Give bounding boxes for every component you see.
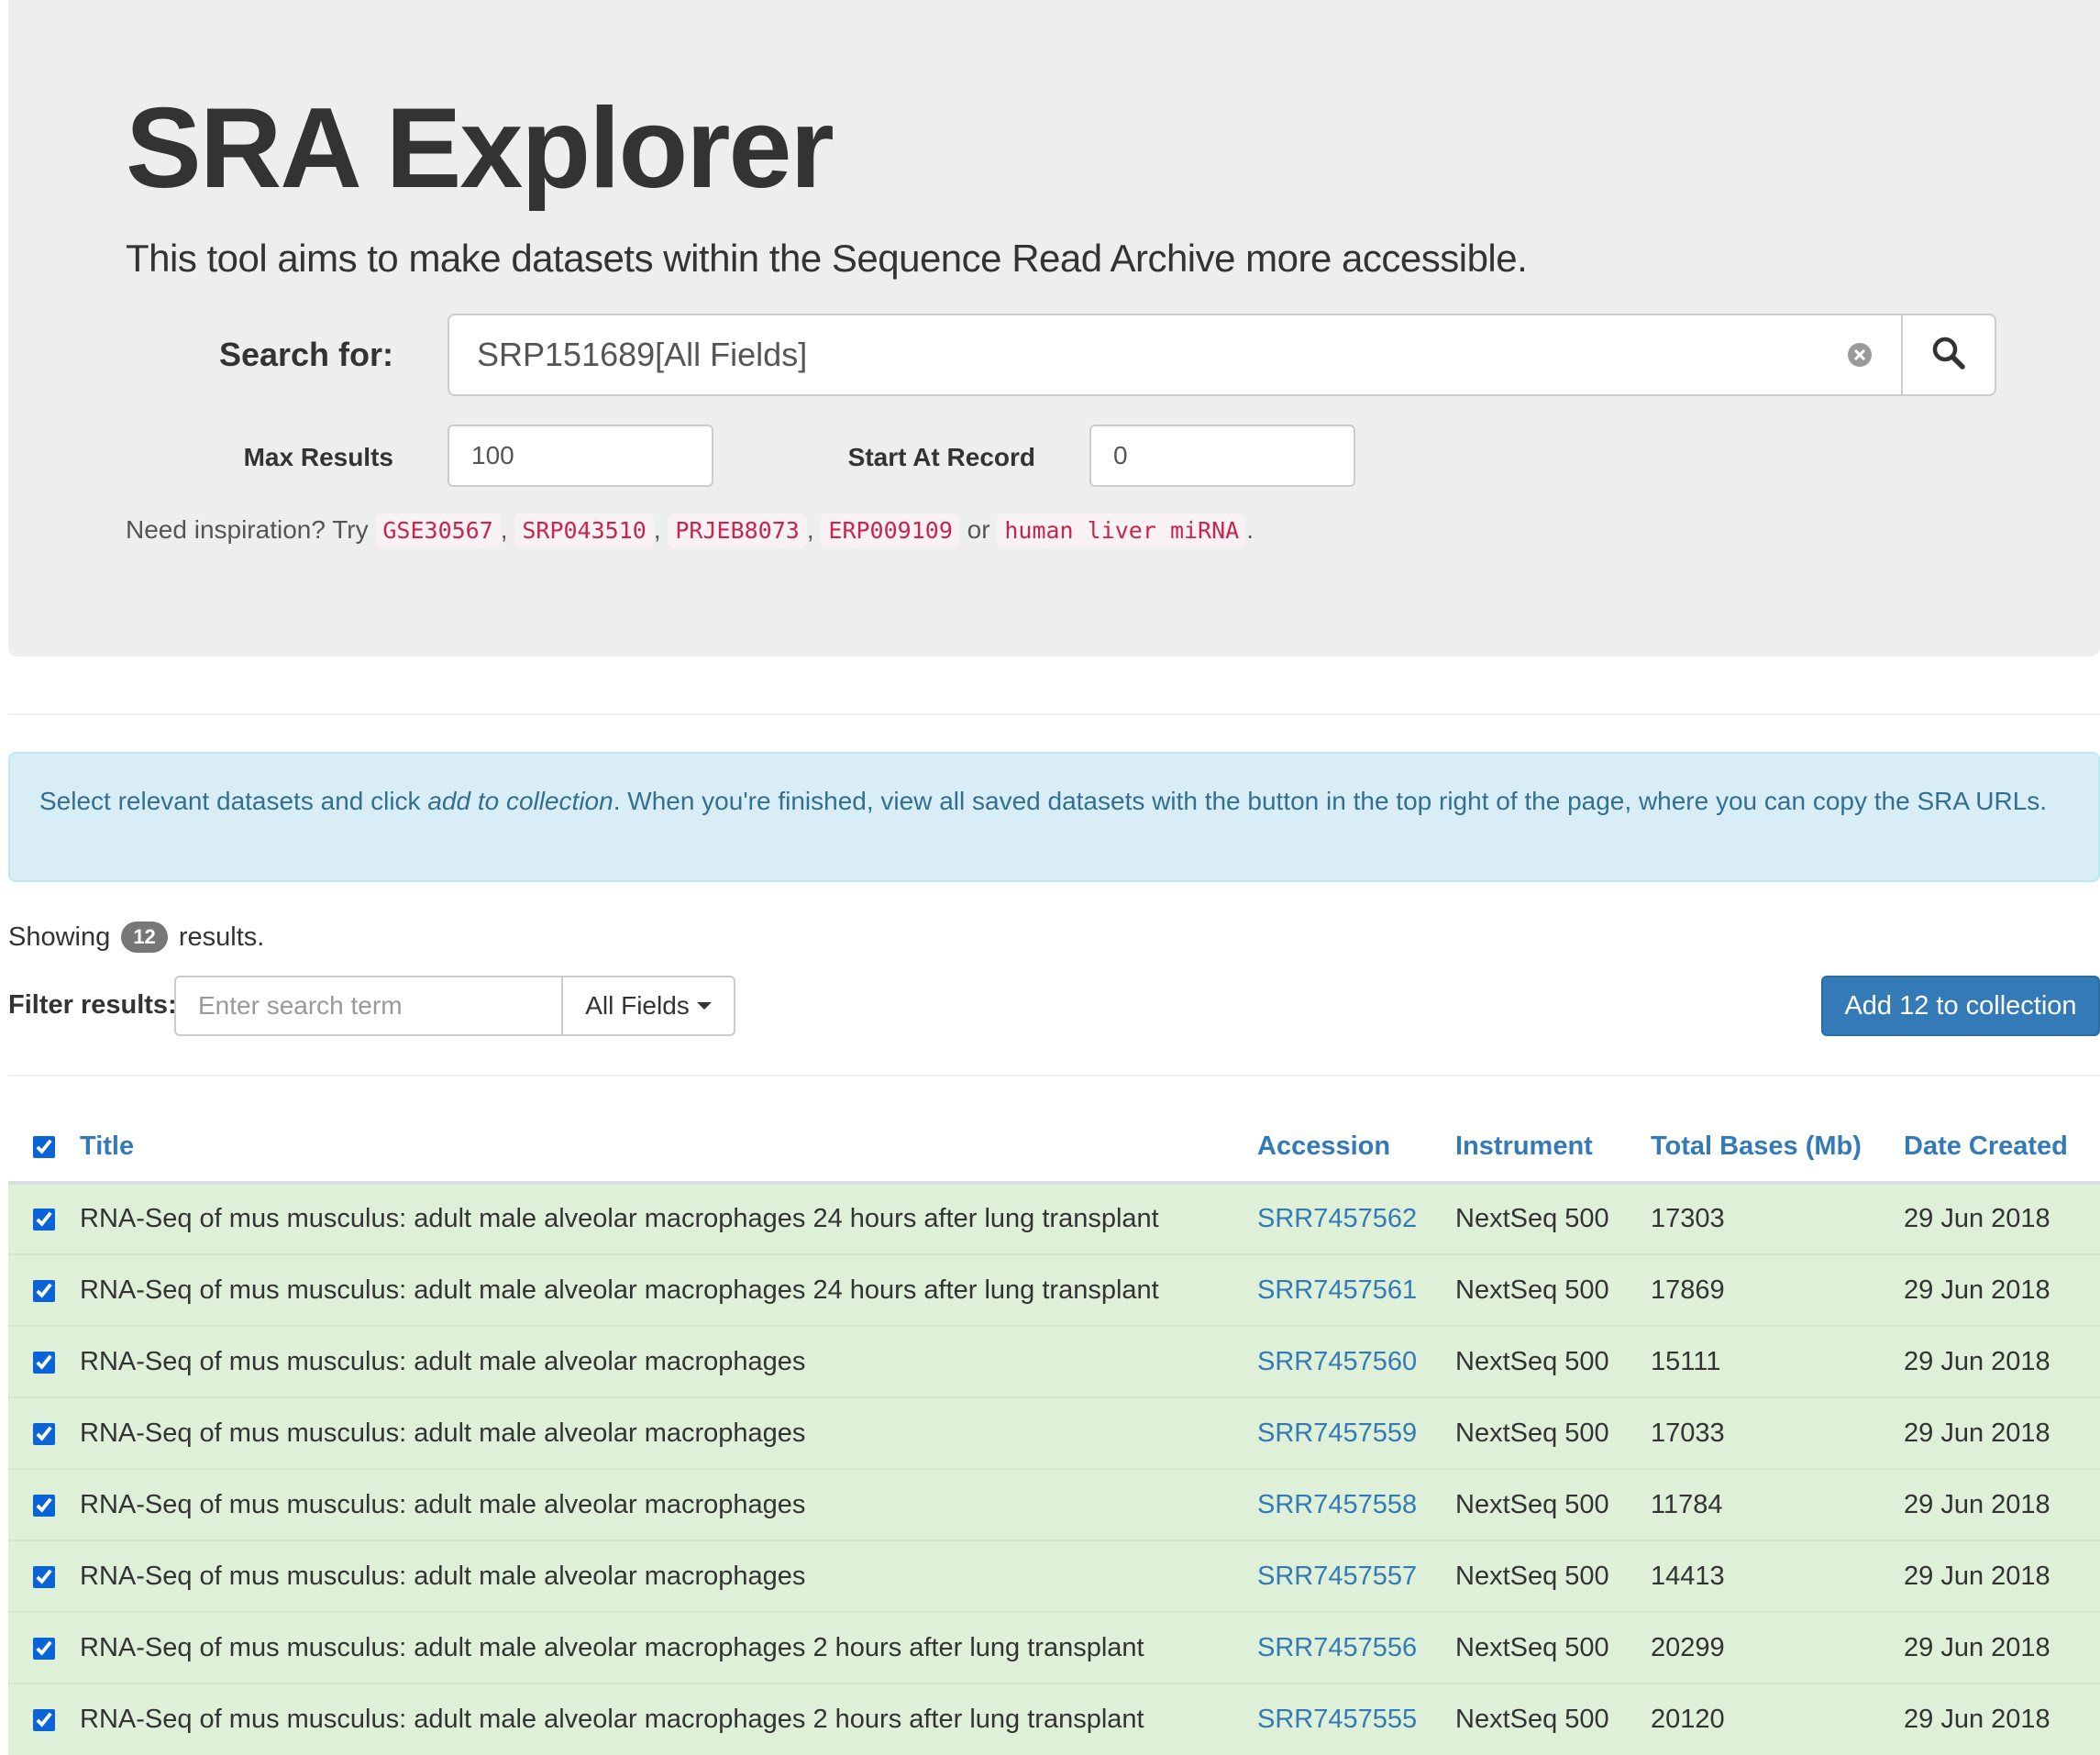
row-instrument: NextSeq 500 [1455, 1683, 1651, 1755]
row-title: RNA-Seq of mus musculus: adult male alve… [80, 1611, 1257, 1683]
accession-link[interactable]: SRR7457555 [1257, 1705, 1417, 1734]
row-checkbox[interactable] [33, 1709, 55, 1732]
row-checkbox[interactable] [33, 1637, 55, 1660]
row-instrument: NextSeq 500 [1455, 1182, 1651, 1254]
column-header-bases[interactable]: Total Bases (Mb) [1651, 1111, 1904, 1185]
divider [8, 713, 2100, 715]
table-row[interactable]: RNA-Seq of mus musculus: adult male alve… [8, 1253, 2100, 1326]
example-link[interactable]: ERP009109 [821, 513, 960, 547]
row-title: RNA-Seq of mus musculus: adult male alve… [80, 1468, 1257, 1540]
row-bases: 11784 [1651, 1468, 1904, 1540]
select-all-checkbox[interactable] [33, 1135, 55, 1158]
row-title: RNA-Seq of mus musculus: adult male alve… [80, 1683, 1257, 1755]
table-row[interactable]: RNA-Seq of mus musculus: adult male alve… [8, 1325, 2100, 1397]
accession-link[interactable]: SRR7457558 [1257, 1490, 1417, 1519]
results-table: Title Accession Instrument Total Bases (… [8, 1111, 2100, 1755]
row-instrument: NextSeq 500 [1455, 1540, 1651, 1612]
row-bases: 17033 [1651, 1396, 1904, 1469]
column-header-instrument[interactable]: Instrument [1455, 1111, 1651, 1185]
row-title: RNA-Seq of mus musculus: adult male alve… [80, 1182, 1257, 1254]
magnifier-icon [1930, 335, 1967, 376]
table-header-row: Title Accession Instrument Total Bases (… [8, 1111, 2100, 1185]
row-instrument: NextSeq 500 [1455, 1611, 1651, 1683]
start-record-input[interactable] [1089, 425, 1355, 487]
filter-input[interactable] [174, 976, 563, 1036]
row-bases: 20299 [1651, 1611, 1904, 1683]
table-row[interactable]: RNA-Seq of mus musculus: adult male alve… [8, 1540, 2100, 1612]
app-title: SRA Explorer [126, 85, 834, 212]
inspiration-prefix: Need inspiration? Try [126, 515, 369, 544]
row-date: 29 Jun 2018 [1904, 1468, 2100, 1540]
row-bases: 17303 [1651, 1182, 1904, 1254]
max-results-input[interactable] [448, 425, 713, 487]
row-date: 29 Jun 2018 [1904, 1325, 2100, 1397]
table-row[interactable]: RNA-Seq of mus musculus: adult male alve… [8, 1611, 2100, 1683]
row-title: RNA-Seq of mus musculus: adult male alve… [80, 1540, 1257, 1612]
start-record-label: Start At Record [847, 443, 1035, 471]
row-checkbox[interactable] [33, 1422, 55, 1445]
filter-label: Filter results: [8, 990, 177, 1020]
inspiration-hint: Need inspiration? Try GSE30567, SRP04351… [126, 513, 1254, 547]
accession-link[interactable]: SRR7457556 [1257, 1633, 1417, 1662]
max-results-label: Max Results [243, 443, 393, 471]
header-jumbotron: SRA Explorer This tool aims to make data… [8, 0, 2100, 657]
row-checkbox[interactable] [33, 1351, 55, 1374]
accession-link[interactable]: SRR7457561 [1257, 1275, 1417, 1305]
row-bases: 17869 [1651, 1253, 1904, 1326]
search-input[interactable] [449, 315, 1818, 394]
filter-field-dropdown[interactable]: All Fields [561, 976, 735, 1036]
table-row[interactable]: RNA-Seq of mus musculus: adult male alve… [8, 1468, 2100, 1540]
row-checkbox[interactable] [33, 1565, 55, 1588]
accession-link[interactable]: SRR7457562 [1257, 1204, 1417, 1233]
accession-link[interactable]: SRR7457557 [1257, 1562, 1417, 1591]
add-to-collection-button[interactable]: Add 12 to collection [1821, 976, 2100, 1036]
row-date: 29 Jun 2018 [1904, 1182, 2100, 1254]
divider [8, 1075, 2100, 1076]
row-date: 29 Jun 2018 [1904, 1683, 2100, 1755]
column-header-title[interactable]: Title [80, 1111, 1257, 1185]
example-link[interactable]: GSE30567 [375, 513, 501, 547]
column-header-accession[interactable]: Accession [1257, 1111, 1455, 1185]
column-header-date[interactable]: Date Created [1904, 1111, 2100, 1185]
table-row[interactable]: RNA-Seq of mus musculus: adult male alve… [8, 1182, 2100, 1254]
example-link[interactable]: SRP043510 [514, 513, 654, 547]
accession-link[interactable]: SRR7457560 [1257, 1347, 1417, 1376]
clear-circle-icon[interactable] [1818, 315, 1901, 394]
row-title: RNA-Seq of mus musculus: adult male alve… [80, 1396, 1257, 1469]
table-row[interactable]: RNA-Seq of mus musculus: adult male alve… [8, 1683, 2100, 1755]
search-button[interactable] [1901, 315, 1995, 394]
table-row[interactable]: RNA-Seq of mus musculus: adult male alve… [8, 1396, 2100, 1469]
row-checkbox[interactable] [33, 1279, 55, 1302]
accession-link[interactable]: SRR7457559 [1257, 1418, 1417, 1448]
example-link[interactable]: PRJEB8073 [668, 513, 807, 547]
search-label: Search for: [218, 336, 393, 373]
row-instrument: NextSeq 500 [1455, 1325, 1651, 1397]
inspiration-or: or [967, 515, 990, 544]
select-all-cell [8, 1111, 80, 1185]
row-date: 29 Jun 2018 [1904, 1611, 2100, 1683]
info-alert: Select relevant datasets and click add t… [8, 752, 2100, 882]
caret-down-icon [696, 1002, 712, 1010]
search-group [448, 314, 1996, 396]
row-date: 29 Jun 2018 [1904, 1253, 2100, 1326]
row-bases: 20120 [1651, 1683, 1904, 1755]
row-bases: 14413 [1651, 1540, 1904, 1612]
app-subtitle: This tool aims to make datasets within t… [126, 237, 1528, 280]
row-instrument: NextSeq 500 [1455, 1468, 1651, 1540]
row-date: 29 Jun 2018 [1904, 1396, 2100, 1469]
example-link[interactable]: human liver miRNA [997, 513, 1247, 547]
row-date: 29 Jun 2018 [1904, 1540, 2100, 1612]
row-title: RNA-Seq of mus musculus: adult male alve… [80, 1325, 1257, 1397]
row-bases: 15111 [1651, 1325, 1904, 1397]
row-checkbox[interactable] [33, 1209, 55, 1231]
row-instrument: NextSeq 500 [1455, 1396, 1651, 1469]
results-count: Showing 12 results. [8, 922, 265, 953]
row-title: RNA-Seq of mus musculus: adult male alve… [80, 1253, 1257, 1326]
row-checkbox[interactable] [33, 1494, 55, 1517]
count-badge: 12 [121, 922, 168, 953]
row-instrument: NextSeq 500 [1455, 1253, 1651, 1326]
